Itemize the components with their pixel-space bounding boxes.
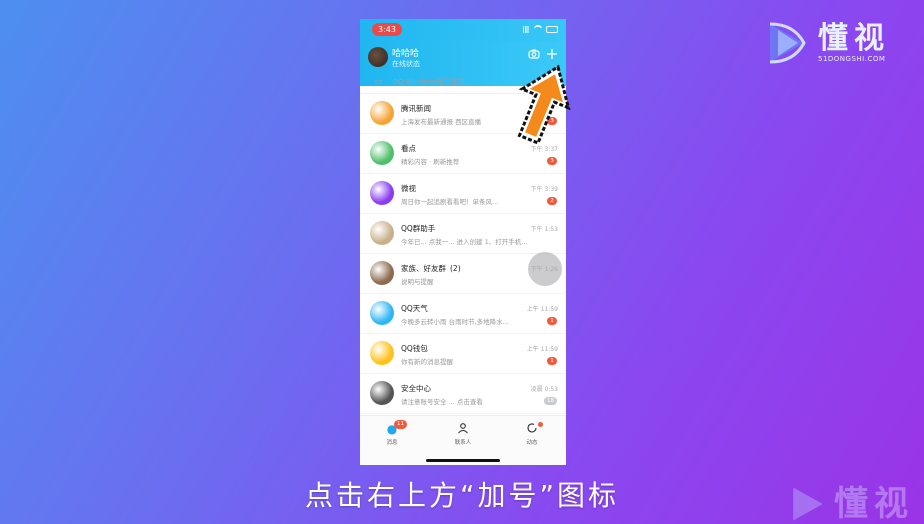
contact-avatar [370, 261, 394, 285]
refresh-icon [512, 422, 552, 436]
contact-name-text: 看点 [401, 144, 416, 153]
contact-name: 看点 [401, 143, 416, 154]
signal-icon [521, 26, 530, 33]
contact-avatar [370, 181, 394, 205]
contact-avatar [370, 381, 394, 405]
message-preview: 说明与提醒 [401, 278, 434, 286]
contact-name: 安全中心 [401, 383, 431, 394]
message-preview: 你有新的消息提醒 [401, 358, 453, 366]
message-time: 上午 11:59 [526, 306, 558, 313]
unread-badge: 1 [547, 317, 557, 325]
message-time: 下午 3:39 [530, 186, 558, 193]
brand-logo-icon [764, 20, 810, 66]
battery-icon [546, 26, 558, 33]
touch-indicator [528, 252, 562, 286]
contact-name-text: 家族、好友群 [401, 264, 446, 273]
unread-badge: 2 [547, 197, 557, 205]
contact-avatar [370, 301, 394, 325]
my-avatar[interactable] [368, 47, 388, 67]
tab-contacts[interactable]: 联系人 [443, 422, 483, 446]
contact-name: 微视 [401, 183, 416, 194]
wifi-icon [534, 25, 542, 34]
my-nickname[interactable]: 哈哈哈 [392, 46, 419, 59]
contact-avatar [370, 221, 394, 245]
message-time: 凌晨 0:53 [530, 386, 558, 393]
tab-moments-label: 动态 [526, 440, 538, 446]
brand-watermark-name: 懂视 [834, 484, 914, 524]
contact-avatar [370, 341, 394, 365]
contact-name: 家族、好友群 (2) [401, 263, 461, 274]
message-preview: 精彩内容 · 刷新推荐 [401, 158, 460, 166]
brand-watermark: 懂视 [788, 484, 914, 524]
contact-name: QQ群助手 [401, 223, 435, 234]
message-preview: 今晚多云转小雨 台雨时节,多地降水... [401, 318, 509, 326]
home-indicator [426, 459, 500, 462]
tab-messages-label: 消息 [386, 440, 398, 446]
tab-messages-badge: 11 [394, 420, 407, 429]
contact-avatar [370, 141, 394, 165]
brand-watermark-icon [793, 487, 823, 521]
bottom-tab-bar: ● 11 消息 联系人 动态 [360, 415, 566, 465]
list-item[interactable]: QQ群助手今年已... 点我一... 进入创建 1、打开手机... 下午 1:53 [360, 214, 566, 254]
list-item[interactable]: QQ天气今晚多云转小雨 台雨时节,多地降水... 上午 11:59 1 [360, 294, 566, 334]
list-item[interactable]: 微视周日你一起追剧看看吧！单条风... 下午 3:39 2 [360, 174, 566, 214]
contact-name-text: 微视 [401, 184, 416, 193]
brand-name: 懂视 [818, 21, 890, 56]
brand-logo: 懂视 51DONGSHI.COM [764, 20, 890, 66]
my-online-status[interactable]: 在线状态 [392, 59, 420, 69]
contact-name-text: QQ群助手 [401, 224, 436, 233]
tab-messages[interactable]: ● 11 消息 [372, 420, 412, 446]
brand-url: 51DONGSHI.COM [818, 55, 886, 63]
contact-name-text: QQ天气 [401, 304, 428, 313]
tab-moments[interactable]: 动态 [512, 422, 552, 446]
contact-name: QQ钱包 [401, 343, 428, 354]
status-bar: 3:43 [360, 19, 566, 41]
contact-name-text: QQ钱包 [401, 344, 428, 353]
device-login-text: QQ Windows版已登录 [392, 78, 466, 86]
list-item[interactable]: QQ钱包你有新的消息提醒 上午 11:59 1 [360, 334, 566, 374]
unread-badge: 18 [544, 397, 557, 405]
contact-name: 腾讯新闻 [401, 103, 431, 114]
status-time: 3:43 [372, 23, 402, 36]
message-preview: 上海发布最新通报 西区直播 [401, 118, 482, 126]
monitor-icon: ▭ [374, 77, 383, 87]
message-preview: 周日你一起追剧看看吧！单条风... [401, 198, 499, 206]
tab-moments-dot [538, 422, 543, 427]
contact-avatar [370, 101, 394, 125]
pointer-arrow-icon [517, 64, 571, 145]
list-item[interactable]: 安全中心请注意账号安全 ... 点击查看 凌晨 0:53 18 [360, 374, 566, 414]
person-icon [443, 422, 483, 436]
unread-badge: 3 [547, 157, 557, 165]
contact-name: QQ天气 [401, 303, 428, 314]
message-preview: 请注意账号安全 ... 点击查看 [401, 398, 483, 406]
member-count: (2) [450, 264, 461, 273]
tab-contacts-label: 联系人 [454, 440, 472, 446]
unread-badge: 1 [547, 357, 557, 365]
message-time: 上午 11:59 [526, 346, 558, 353]
contact-name-text: 安全中心 [401, 384, 431, 393]
tutorial-caption: 点击右上方“加号”图标 [304, 479, 619, 512]
message-preview: 今年已... 点我一... 进入创建 1、打开手机... [401, 238, 528, 246]
contact-name-text: 腾讯新闻 [401, 104, 431, 113]
message-time: 下午 1:53 [530, 226, 558, 233]
